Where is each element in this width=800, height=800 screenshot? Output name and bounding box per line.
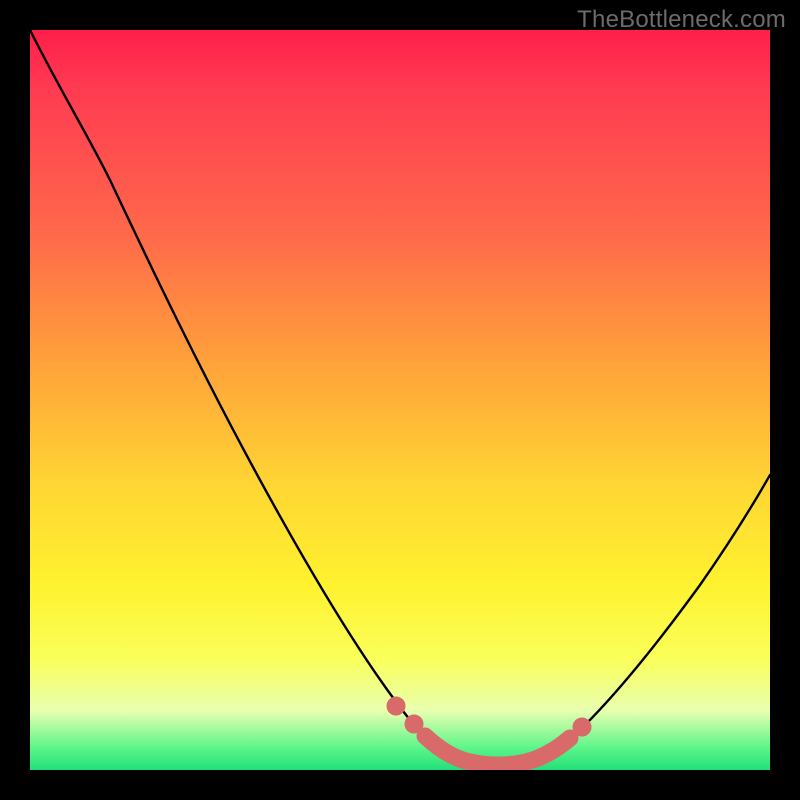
chart-svg-overlay <box>30 30 770 770</box>
chart-frame: TheBottleneck.com <box>0 0 800 800</box>
watermark-text: TheBottleneck.com <box>577 6 786 34</box>
optimum-band <box>387 697 591 765</box>
bottleneck-curve <box>30 30 770 766</box>
